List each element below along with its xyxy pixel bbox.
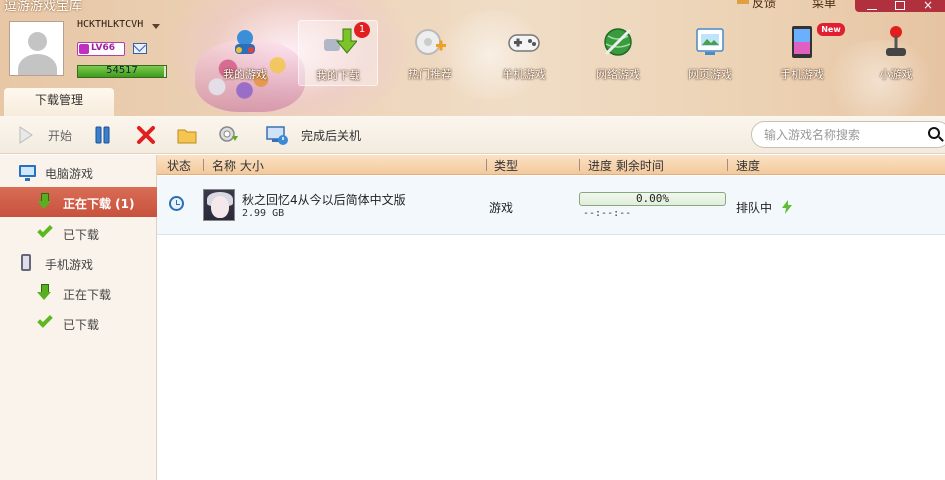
feedback-link[interactable]: 反馈 (752, 0, 776, 11)
sidebar-item-label: 已下载 (63, 318, 100, 332)
column-divider[interactable] (579, 159, 580, 171)
sidebar-item-pc-downloaded[interactable]: 已下载 (0, 218, 157, 248)
search-input[interactable] (764, 127, 924, 143)
delete-icon[interactable] (135, 124, 157, 146)
column-header-speed[interactable]: 速度 (736, 157, 760, 174)
nav-label: 手机游戏 (780, 68, 824, 81)
time-remaining: --:--:-- (583, 208, 632, 219)
download-arrow-icon (37, 193, 51, 209)
game-type: 游戏 (489, 201, 514, 215)
monitor-icon (19, 165, 36, 181)
menu-link[interactable]: 菜单 (812, 0, 836, 11)
clock-icon (169, 196, 184, 211)
sidebar-category-label: 手机游戏 (45, 258, 94, 272)
globe-sword-icon (604, 28, 632, 56)
nav-my-games[interactable]: 我的游戏 (205, 20, 285, 86)
check-icon (37, 312, 53, 328)
column-header-type[interactable]: 类型 (494, 157, 518, 174)
experience-bar: 54517 (77, 65, 167, 78)
download-count-badge: 1 (354, 22, 370, 38)
shutdown-icon[interactable] (266, 124, 288, 146)
sidebar-category-label: 电脑游戏 (45, 167, 94, 181)
search-box (751, 121, 945, 148)
start-button[interactable]: 开始 (48, 127, 72, 144)
level-badge[interactable]: LV66 (77, 42, 125, 56)
sidebar-item-pc-downloading[interactable]: 正在下载 (1) (0, 187, 157, 217)
game-name: 秋之回忆4从今以后简体中文版 (242, 193, 406, 207)
nav-web-games[interactable]: 网页游戏 (670, 20, 750, 86)
close-button[interactable]: × (923, 0, 933, 11)
phone-icon (21, 254, 31, 271)
lightning-bolt-icon[interactable] (781, 200, 793, 214)
gamepad-icon (508, 34, 540, 52)
username[interactable]: HCKTHLKTCVH (77, 19, 143, 30)
web-game-icon (696, 28, 724, 55)
settings-download-icon[interactable] (218, 124, 240, 146)
game-size: 2.99 GB (242, 208, 285, 219)
folder-icon[interactable] (176, 124, 198, 146)
mail-icon[interactable] (133, 43, 147, 54)
download-table-header: 状态 名称 大小 类型 进度 剩余时间 速度 (157, 155, 945, 175)
sidebar: 电脑游戏 正在下载 (1) 已下载 手机游戏 正在下载 已下载 (0, 155, 157, 480)
header-banner: 逗游游戏宝库 反馈 菜单 × HCKTHLKTCVH LV66 54517 我的… (0, 0, 945, 116)
sidebar-item-mobile-downloaded[interactable]: 已下载 (0, 308, 157, 338)
column-header-status[interactable]: 状态 (167, 157, 191, 174)
nav-label: 网页游戏 (688, 68, 732, 81)
nav-label: 网络游戏 (596, 68, 640, 81)
joystick-icon (886, 26, 906, 56)
avatar[interactable] (9, 21, 64, 76)
progress-percent: 0.00% (635, 192, 670, 205)
nav-label: 我的下载 (316, 69, 360, 82)
nav-mini-games[interactable]: 小游戏 (856, 20, 936, 86)
sidebar-item-label: 正在下载 (63, 288, 112, 302)
tablet-icon (792, 26, 812, 58)
window-controls: × (855, 0, 945, 12)
avatar-body (18, 54, 57, 75)
tab-download-manager[interactable]: 下载管理 (4, 88, 114, 116)
nav-hot-recommend[interactable]: 热门推荐 (390, 20, 470, 86)
pause-icon[interactable] (92, 124, 114, 146)
app-title: 逗游游戏宝库 (4, 0, 83, 14)
nav-online-games[interactable]: 网络游戏 (578, 20, 658, 86)
play-icon[interactable] (14, 124, 36, 146)
column-divider[interactable] (486, 159, 487, 171)
nav-label: 小游戏 (879, 68, 913, 81)
maximize-button[interactable] (895, 1, 905, 10)
download-table: 秋之回忆4从今以后简体中文版 2.99 GB 游戏 0.00% --:--:--… (157, 176, 945, 480)
search-icon[interactable] (928, 127, 940, 139)
level-text: LV66 (91, 43, 115, 53)
download-arrow-icon (37, 284, 51, 300)
shutdown-after-complete-option[interactable]: 完成后关机 (301, 127, 361, 144)
column-header-name-size[interactable]: 名称 大小 (212, 157, 264, 174)
game-thumbnail (203, 189, 235, 221)
hot-recommend-icon (415, 29, 446, 55)
sidebar-item-label: 已下载 (63, 228, 100, 242)
chevron-down-icon[interactable] (152, 24, 160, 29)
my-games-icon (235, 30, 255, 54)
nav-single-player[interactable]: 单机游戏 (484, 20, 564, 86)
nav-label: 热门推荐 (408, 68, 452, 81)
my-downloads-icon (324, 28, 357, 54)
check-icon (37, 222, 53, 238)
experience-value: 54517 (106, 65, 138, 76)
feedback-icon[interactable] (737, 0, 749, 4)
column-divider[interactable] (203, 159, 204, 171)
new-badge: New (817, 23, 845, 36)
thumbnail-face (211, 196, 229, 218)
avatar-head (28, 32, 47, 51)
column-divider[interactable] (727, 159, 728, 171)
level-icon (79, 44, 89, 54)
sidebar-item-label: 正在下载 (1) (63, 197, 135, 211)
table-row[interactable]: 秋之回忆4从今以后简体中文版 2.99 GB 游戏 0.00% --:--:--… (157, 176, 945, 235)
sidebar-item-mobile-downloading[interactable]: 正在下载 (0, 278, 157, 308)
sidebar-category-pc-games[interactable]: 电脑游戏 (0, 157, 157, 187)
nav-label: 我的游戏 (223, 68, 267, 81)
column-header-progress-time[interactable]: 进度 剩余时间 (588, 157, 664, 174)
sidebar-category-mobile-games[interactable]: 手机游戏 (0, 248, 157, 278)
download-progress-bar: 0.00% (579, 192, 726, 206)
download-speed-status: 排队中 (736, 201, 773, 215)
nav-label: 单机游戏 (502, 68, 546, 81)
minimize-button[interactable] (867, 1, 877, 10)
